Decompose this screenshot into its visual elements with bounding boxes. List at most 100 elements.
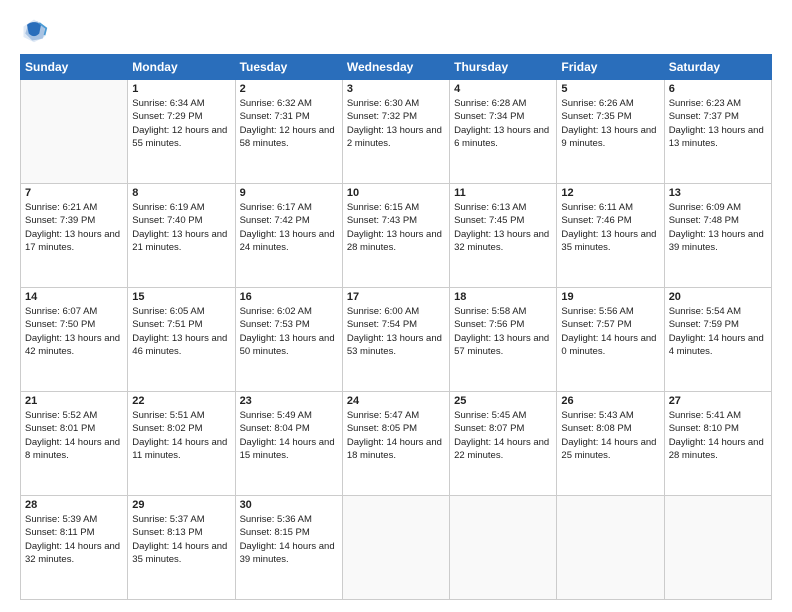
calendar-cell: 8 Sunrise: 6:19 AMSunset: 7:40 PMDaylight… <box>128 184 235 288</box>
calendar-cell: 27Sunrise: 5:41 AMSunset: 8:10 PMDayligh… <box>664 392 771 496</box>
page: SundayMondayTuesdayWednesdayThursdayFrid… <box>0 0 792 612</box>
calendar-cell: 19 Sunrise: 5:56 AMSunset: 7:57 PMDayligh… <box>557 288 664 392</box>
calendar-cell: 10 Sunrise: 6:15 AMSunset: 7:43 PMDayligh… <box>342 184 449 288</box>
weekday-header: Saturday <box>664 55 771 80</box>
day-info: Sunrise: 6:02 AMSunset: 7:53 PMDaylight:… <box>240 305 338 358</box>
calendar-cell <box>450 496 557 600</box>
day-info: Sunrise: 6:26 AMSunset: 7:35 PMDaylight:… <box>561 97 659 150</box>
calendar-cell: 1 Sunrise: 6:34 AMSunset: 7:29 PMDaylight… <box>128 80 235 184</box>
day-number: 16 <box>240 291 338 303</box>
day-info: Sunrise: 6:17 AMSunset: 7:42 PMDaylight:… <box>240 201 338 254</box>
day-info: Sunrise: 6:07 AMSunset: 7:50 PMDaylight:… <box>25 305 123 358</box>
calendar-cell <box>557 496 664 600</box>
weekday-header: Thursday <box>450 55 557 80</box>
day-number: 10 <box>347 187 445 199</box>
calendar-cell: 25Sunrise: 5:45 AMSunset: 8:07 PMDayligh… <box>450 392 557 496</box>
day-info: Sunrise: 5:47 AMSunset: 8:05 PMDaylight:… <box>347 409 445 462</box>
day-number: 5 <box>561 83 659 95</box>
day-number: 27 <box>669 395 767 407</box>
day-info: Sunrise: 5:36 AMSunset: 8:15 PMDaylight:… <box>240 513 338 566</box>
day-info: Sunrise: 6:15 AMSunset: 7:43 PMDaylight:… <box>347 201 445 254</box>
day-number: 17 <box>347 291 445 303</box>
day-info: Sunrise: 5:56 AMSunset: 7:57 PMDaylight:… <box>561 305 659 358</box>
day-info: Sunrise: 6:11 AMSunset: 7:46 PMDaylight:… <box>561 201 659 254</box>
day-number: 7 <box>25 187 123 199</box>
day-info: Sunrise: 5:51 AMSunset: 8:02 PMDaylight:… <box>132 409 230 462</box>
calendar-cell: 28Sunrise: 5:39 AMSunset: 8:11 PMDayligh… <box>21 496 128 600</box>
day-info: Sunrise: 6:09 AMSunset: 7:48 PMDaylight:… <box>669 201 767 254</box>
day-number: 24 <box>347 395 445 407</box>
day-number: 21 <box>25 395 123 407</box>
calendar-cell: 4 Sunrise: 6:28 AMSunset: 7:34 PMDaylight… <box>450 80 557 184</box>
day-number: 26 <box>561 395 659 407</box>
day-info: Sunrise: 6:21 AMSunset: 7:39 PMDaylight:… <box>25 201 123 254</box>
day-info: Sunrise: 6:00 AMSunset: 7:54 PMDaylight:… <box>347 305 445 358</box>
day-info: Sunrise: 5:54 AMSunset: 7:59 PMDaylight:… <box>669 305 767 358</box>
day-number: 12 <box>561 187 659 199</box>
day-number: 6 <box>669 83 767 95</box>
day-number: 9 <box>240 187 338 199</box>
calendar-cell: 6 Sunrise: 6:23 AMSunset: 7:37 PMDaylight… <box>664 80 771 184</box>
day-info: Sunrise: 5:37 AMSunset: 8:13 PMDaylight:… <box>132 513 230 566</box>
header <box>20 16 772 44</box>
calendar-cell: 7 Sunrise: 6:21 AMSunset: 7:39 PMDaylight… <box>21 184 128 288</box>
calendar-cell: 21 Sunrise: 5:52 AMSunset: 8:01 PMDayligh… <box>21 392 128 496</box>
day-info: Sunrise: 5:58 AMSunset: 7:56 PMDaylight:… <box>454 305 552 358</box>
day-number: 23 <box>240 395 338 407</box>
weekday-header: Tuesday <box>235 55 342 80</box>
day-number: 19 <box>561 291 659 303</box>
day-info: Sunrise: 5:39 AMSunset: 8:11 PMDaylight:… <box>25 513 123 566</box>
calendar-cell: 14Sunrise: 6:07 AMSunset: 7:50 PMDayligh… <box>21 288 128 392</box>
day-number: 29 <box>132 499 230 511</box>
calendar-cell: 26 Sunrise: 5:43 AMSunset: 8:08 PMDayligh… <box>557 392 664 496</box>
day-number: 20 <box>669 291 767 303</box>
calendar-week-row: 28Sunrise: 5:39 AMSunset: 8:11 PMDayligh… <box>21 496 772 600</box>
day-info: Sunrise: 6:19 AMSunset: 7:40 PMDaylight:… <box>132 201 230 254</box>
calendar-cell: 30 Sunrise: 5:36 AMSunset: 8:15 PMDayligh… <box>235 496 342 600</box>
calendar-cell: 20 Sunrise: 5:54 AMSunset: 7:59 PMDayligh… <box>664 288 771 392</box>
weekday-header-row: SundayMondayTuesdayWednesdayThursdayFrid… <box>21 55 772 80</box>
day-number: 2 <box>240 83 338 95</box>
calendar-cell: 9 Sunrise: 6:17 AMSunset: 7:42 PMDaylight… <box>235 184 342 288</box>
day-info: Sunrise: 6:32 AMSunset: 7:31 PMDaylight:… <box>240 97 338 150</box>
weekday-header: Monday <box>128 55 235 80</box>
day-number: 8 <box>132 187 230 199</box>
weekday-header: Sunday <box>21 55 128 80</box>
day-number: 15 <box>132 291 230 303</box>
day-number: 13 <box>669 187 767 199</box>
day-number: 30 <box>240 499 338 511</box>
logo-icon <box>20 16 48 44</box>
day-number: 25 <box>454 395 552 407</box>
calendar-cell: 22 Sunrise: 5:51 AMSunset: 8:02 PMDayligh… <box>128 392 235 496</box>
day-number: 11 <box>454 187 552 199</box>
calendar-cell: 16 Sunrise: 6:02 AMSunset: 7:53 PMDayligh… <box>235 288 342 392</box>
calendar-cell: 3 Sunrise: 6:30 AMSunset: 7:32 PMDaylight… <box>342 80 449 184</box>
day-info: Sunrise: 5:43 AMSunset: 8:08 PMDaylight:… <box>561 409 659 462</box>
calendar-cell: 12 Sunrise: 6:11 AMSunset: 7:46 PMDayligh… <box>557 184 664 288</box>
day-info: Sunrise: 6:34 AMSunset: 7:29 PMDaylight:… <box>132 97 230 150</box>
calendar-cell: 5 Sunrise: 6:26 AMSunset: 7:35 PMDaylight… <box>557 80 664 184</box>
calendar-cell: 11Sunrise: 6:13 AMSunset: 7:45 PMDayligh… <box>450 184 557 288</box>
calendar-week-row: 14Sunrise: 6:07 AMSunset: 7:50 PMDayligh… <box>21 288 772 392</box>
calendar-cell <box>664 496 771 600</box>
day-info: Sunrise: 6:28 AMSunset: 7:34 PMDaylight:… <box>454 97 552 150</box>
logo <box>20 16 52 44</box>
day-info: Sunrise: 6:30 AMSunset: 7:32 PMDaylight:… <box>347 97 445 150</box>
calendar-cell: 29 Sunrise: 5:37 AMSunset: 8:13 PMDayligh… <box>128 496 235 600</box>
day-number: 22 <box>132 395 230 407</box>
calendar-cell <box>21 80 128 184</box>
calendar-cell: 13 Sunrise: 6:09 AMSunset: 7:48 PMDayligh… <box>664 184 771 288</box>
day-info: Sunrise: 5:52 AMSunset: 8:01 PMDaylight:… <box>25 409 123 462</box>
day-info: Sunrise: 6:23 AMSunset: 7:37 PMDaylight:… <box>669 97 767 150</box>
calendar-week-row: 1 Sunrise: 6:34 AMSunset: 7:29 PMDaylight… <box>21 80 772 184</box>
calendar-week-row: 21 Sunrise: 5:52 AMSunset: 8:01 PMDayligh… <box>21 392 772 496</box>
day-number: 1 <box>132 83 230 95</box>
day-number: 4 <box>454 83 552 95</box>
day-info: Sunrise: 5:49 AMSunset: 8:04 PMDaylight:… <box>240 409 338 462</box>
calendar-week-row: 7 Sunrise: 6:21 AMSunset: 7:39 PMDaylight… <box>21 184 772 288</box>
weekday-header: Friday <box>557 55 664 80</box>
calendar-cell <box>342 496 449 600</box>
calendar: SundayMondayTuesdayWednesdayThursdayFrid… <box>20 54 772 600</box>
calendar-cell: 23 Sunrise: 5:49 AMSunset: 8:04 PMDayligh… <box>235 392 342 496</box>
day-number: 3 <box>347 83 445 95</box>
